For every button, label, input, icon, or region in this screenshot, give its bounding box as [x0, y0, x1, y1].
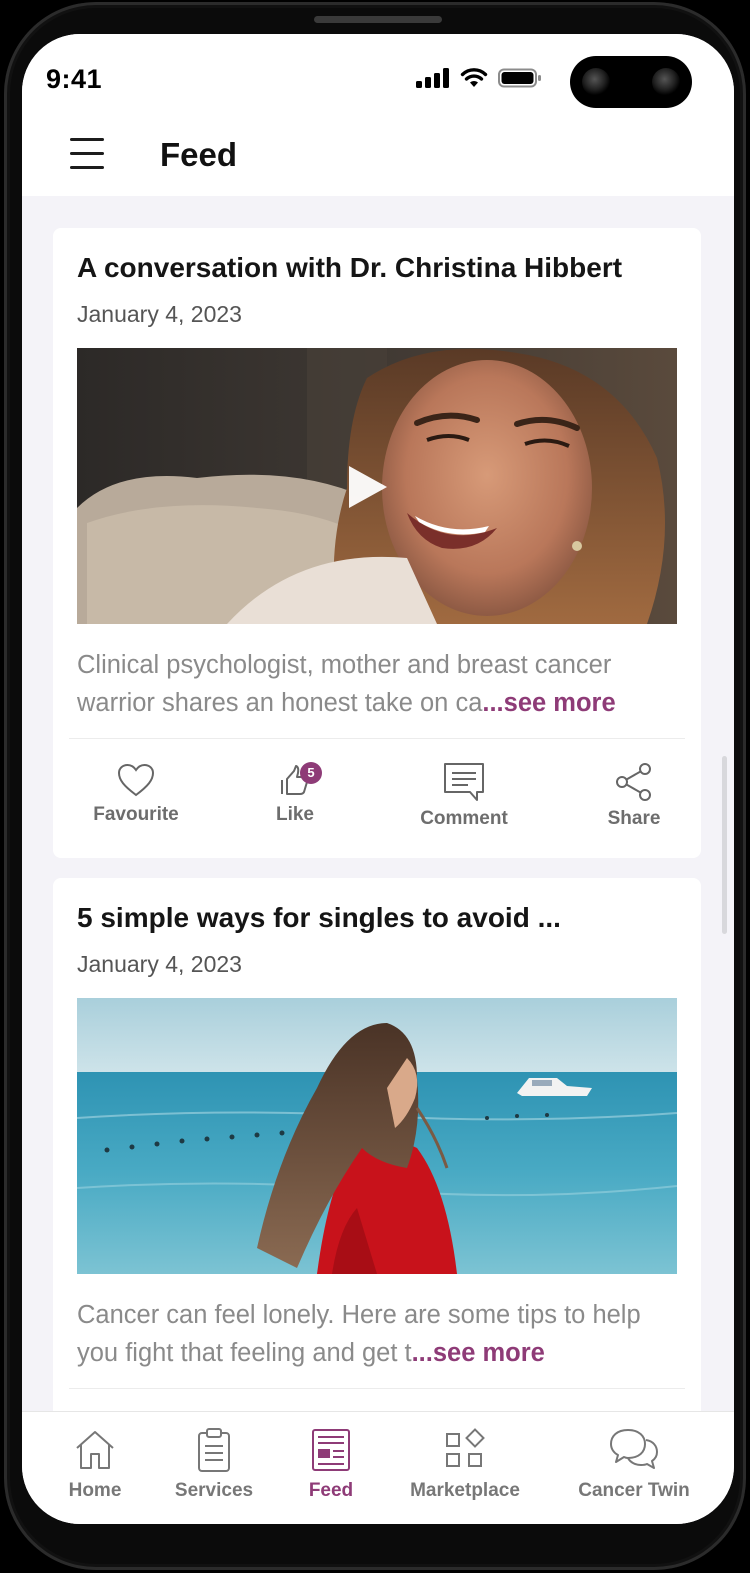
post-description: Cancer can feel lonely. Here are some ti… — [77, 1296, 677, 1372]
phone-frame: 9:41 Feed A conversation with Dr. Christ… — [4, 2, 746, 1570]
scrollbar[interactable] — [722, 756, 727, 934]
battery-icon — [498, 68, 541, 88]
favourite-button[interactable]: Favourite — [71, 762, 201, 826]
sensor-lens-icon — [652, 68, 680, 96]
wifi-icon — [460, 68, 488, 87]
divider — [69, 1388, 685, 1389]
comment-label: Comment — [420, 808, 508, 829]
marketplace-icon — [446, 1428, 485, 1467]
camera-lens-icon — [582, 68, 610, 96]
heart-icon — [117, 763, 155, 797]
chat-bubbles-icon — [610, 1429, 658, 1469]
feed-card[interactable]: 5 simple ways for singles to avoid ... J… — [53, 878, 701, 1412]
divider — [69, 738, 685, 739]
post-description-text: Cancer can feel lonely. Here are some ti… — [77, 1301, 641, 1367]
page-title: Feed — [160, 136, 238, 173]
post-title[interactable]: A conversation with Dr. Christina Hibber… — [77, 252, 622, 284]
earpiece-speaker — [314, 16, 442, 23]
favourite-label: Favourite — [93, 804, 179, 825]
tab-services-label: Services — [174, 1480, 254, 1501]
front-camera-island — [570, 56, 692, 108]
tab-home[interactable]: Home — [62, 1426, 128, 1502]
tab-feed[interactable]: Feed — [302, 1426, 360, 1502]
like-count-badge: 5 — [300, 762, 322, 784]
tab-cancer-twin-label: Cancer Twin — [578, 1480, 690, 1501]
share-icon — [616, 763, 651, 801]
bottom-tab-bar: Home Services Feed Marketplace Cancer Tw… — [22, 1411, 734, 1524]
see-more-link[interactable]: ...see more — [482, 689, 615, 717]
app-header: Feed — [22, 122, 734, 196]
status-time: 9:41 — [46, 64, 103, 94]
tab-home-label: Home — [68, 1480, 122, 1501]
screen: 9:41 Feed A conversation with Dr. Christ… — [22, 34, 734, 1524]
like-button[interactable]: 5 Like — [230, 762, 360, 826]
post-date: January 4, 2023 — [77, 301, 242, 327]
post-description: Clinical psychologist, mother and breast… — [77, 646, 677, 722]
menu-icon[interactable] — [70, 138, 104, 172]
comment-button[interactable]: Comment — [399, 762, 529, 830]
tab-marketplace-label: Marketplace — [410, 1480, 520, 1501]
status-icons — [416, 68, 542, 88]
share-label: Share — [607, 808, 661, 829]
status-bar: 9:41 — [22, 34, 734, 126]
post-video-thumbnail[interactable] — [77, 348, 677, 624]
post-title[interactable]: 5 simple ways for singles to avoid ... — [77, 902, 561, 934]
feed-icon — [312, 1429, 350, 1471]
post-date: January 4, 2023 — [77, 951, 242, 977]
share-button[interactable]: Share — [569, 762, 699, 830]
tab-feed-label: Feed — [308, 1480, 354, 1501]
post-image[interactable] — [77, 998, 677, 1274]
comment-icon — [444, 763, 484, 801]
clipboard-icon — [198, 1428, 230, 1472]
tab-cancer-twin[interactable]: Cancer Twin — [574, 1426, 694, 1502]
see-more-link[interactable]: ...see more — [412, 1339, 545, 1367]
feed-card[interactable]: A conversation with Dr. Christina Hibber… — [53, 228, 701, 858]
tab-services[interactable]: Services — [172, 1426, 256, 1502]
home-icon — [76, 1431, 114, 1469]
feed-list[interactable]: A conversation with Dr. Christina Hibber… — [22, 196, 734, 1412]
like-label: Like — [275, 804, 315, 825]
post-actions: Favourite 5 Like Comment Share — [53, 762, 701, 842]
signal-icon — [416, 68, 449, 88]
tab-marketplace[interactable]: Marketplace — [406, 1426, 524, 1502]
